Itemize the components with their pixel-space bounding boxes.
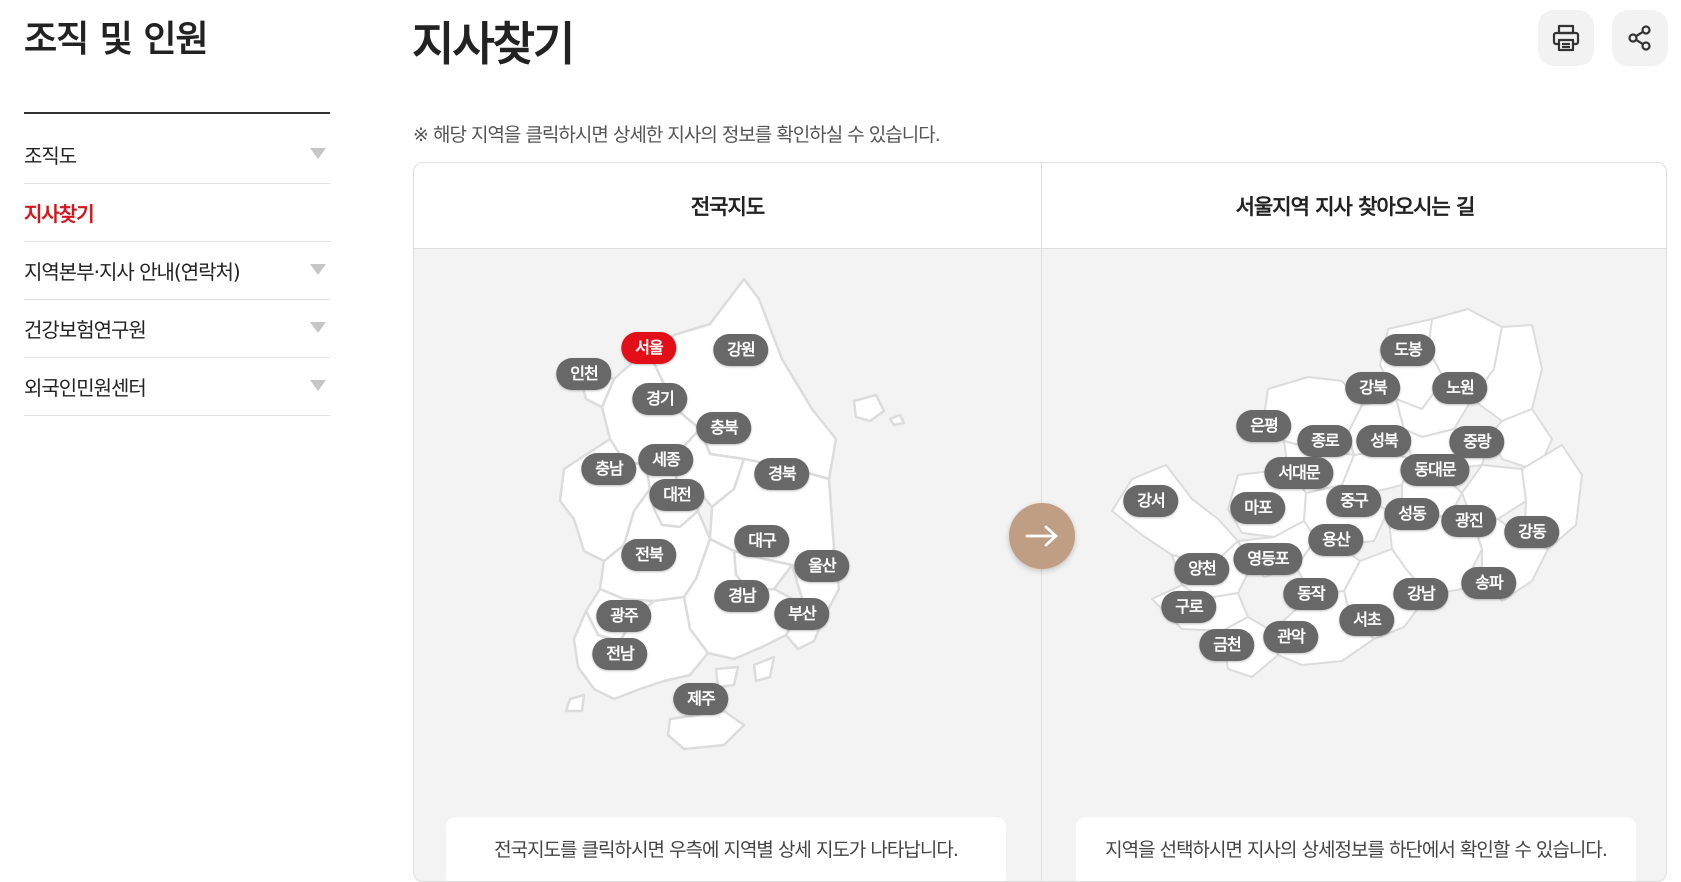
korea-map[interactable] [414, 249, 1041, 809]
seoul-map-header: 서울지역 지사 찾아오시는 길 [1042, 163, 1666, 249]
sidebar-item-foreigner-center[interactable]: 외국인민원센터 [24, 358, 330, 416]
district-label-seocho[interactable]: 서초 [1339, 604, 1395, 636]
national-map-title: 전국지도 [690, 194, 765, 219]
region-label-daejeon[interactable]: 대전 [649, 479, 705, 511]
district-label-jungnang[interactable]: 중랑 [1449, 426, 1505, 458]
district-label-nowon[interactable]: 노원 [1432, 372, 1488, 404]
region-label-seoul[interactable]: 서울 [621, 332, 677, 364]
region-label-daegu[interactable]: 대구 [734, 525, 790, 557]
sidebar-item-label: 건강보험연구원 [24, 318, 147, 342]
page-title: 지사찾기 [412, 17, 575, 71]
district-label-junggu[interactable]: 중구 [1326, 485, 1382, 517]
national-map-header: 전국지도 [414, 163, 1041, 249]
map-panel: 전국지도 서울 강원 인천 경기 충북 세종 충남 경북 대전 대구 전북 울산… [413, 162, 1667, 882]
sidebar-item-label: 지역본부·지사 안내(연락처) [24, 260, 241, 284]
share-icon [1628, 25, 1651, 51]
region-label-gyeonggi[interactable]: 경기 [632, 383, 688, 415]
district-label-geumcheon[interactable]: 금천 [1199, 629, 1255, 661]
national-map-column: 전국지도 서울 강원 인천 경기 충북 세종 충남 경북 대전 대구 전북 울산… [414, 163, 1041, 881]
region-label-jeonbuk[interactable]: 전북 [621, 539, 677, 571]
seoul-map-title: 서울지역 지사 찾아오시는 길 [1235, 194, 1476, 219]
sidebar-item-research-institute[interactable]: 건강보험연구원 [24, 300, 330, 358]
sidebar-item-branch-contacts[interactable]: 지역본부·지사 안내(연락처) [24, 242, 330, 300]
district-label-gwanak[interactable]: 관악 [1263, 621, 1319, 653]
district-label-gangnam[interactable]: 강남 [1393, 578, 1449, 610]
region-label-gangwon[interactable]: 강원 [713, 334, 769, 366]
region-label-chungnam[interactable]: 충남 [581, 453, 637, 485]
national-map-caption: 전국지도를 클릭하시면 우측에 지역별 상세 지도가 나타납니다. [446, 817, 1006, 881]
chevron-down-icon[interactable] [310, 264, 326, 275]
chevron-down-icon[interactable] [310, 380, 326, 391]
sidebar-item-label: 조직도 [24, 144, 77, 168]
seoul-map-column: 서울지역 지사 찾아오시는 길 도봉 강북 노원 은평 종로 성북 중랑 서대문… [1041, 163, 1666, 881]
seoul-map-caption-text: 지역을 선택하시면 지사의 상세정보를 하단에서 확인할 수 있습니다. [1105, 839, 1608, 861]
print-button[interactable] [1538, 10, 1594, 66]
region-label-busan[interactable]: 부산 [774, 598, 830, 630]
district-label-dongjak[interactable]: 동작 [1283, 578, 1339, 610]
seoul-map-caption: 지역을 선택하시면 지사의 상세정보를 하단에서 확인할 수 있습니다. [1076, 817, 1636, 881]
district-label-dobong[interactable]: 도봉 [1380, 334, 1436, 366]
district-label-guro[interactable]: 구로 [1161, 591, 1217, 623]
district-label-seodaemun[interactable]: 서대문 [1264, 457, 1334, 489]
district-label-seongdong[interactable]: 성동 [1384, 498, 1440, 530]
district-label-jongno[interactable]: 종로 [1297, 425, 1353, 457]
district-label-gangseo[interactable]: 강서 [1123, 485, 1179, 517]
sidebar-item-label: 지사찾기 [24, 202, 95, 226]
district-label-dongdaemun[interactable]: 동대문 [1400, 454, 1470, 486]
district-label-mapo[interactable]: 마포 [1230, 492, 1286, 524]
district-label-eunpyeong[interactable]: 은평 [1236, 410, 1292, 442]
district-label-yangcheon[interactable]: 양천 [1174, 553, 1230, 585]
district-label-yeongdeungpo[interactable]: 영등포 [1233, 543, 1303, 575]
district-label-gangdong[interactable]: 강동 [1504, 516, 1560, 548]
chevron-down-icon[interactable] [310, 148, 326, 159]
district-label-songpa[interactable]: 송파 [1461, 567, 1517, 599]
district-label-gangbuk[interactable]: 강북 [1345, 372, 1401, 404]
sidebar-menu: 조직도 지사찾기 지역본부·지사 안내(연락처) 건강보험연구원 외국인민원센터 [24, 126, 330, 416]
sidebar-item-find-branch[interactable]: 지사찾기 [24, 184, 330, 242]
sidebar-item-org-chart[interactable]: 조직도 [24, 126, 330, 184]
share-button[interactable] [1612, 10, 1668, 66]
region-label-gyeongnam[interactable]: 경남 [714, 580, 770, 612]
chevron-down-icon[interactable] [310, 322, 326, 333]
region-label-sejong[interactable]: 세종 [638, 444, 694, 476]
district-label-seongbuk[interactable]: 성북 [1356, 425, 1412, 457]
sidebar-item-label: 외국인민원센터 [24, 376, 147, 400]
district-label-yongsan[interactable]: 용산 [1308, 524, 1364, 556]
sidebar-title: 조직 및 인원 [24, 19, 209, 60]
sidebar-divider [24, 112, 330, 114]
district-label-gwangjin[interactable]: 광진 [1441, 505, 1497, 537]
region-label-gyeongbuk[interactable]: 경북 [754, 458, 810, 490]
notice-text: ※ 해당 지역을 클릭하시면 상세한 지사의 정보를 확인하실 수 있습니다. [413, 124, 941, 146]
printer-icon [1552, 24, 1580, 52]
map-arrow [1009, 503, 1075, 569]
region-label-jeju[interactable]: 제주 [673, 683, 729, 715]
arrow-right-icon [1025, 525, 1058, 547]
region-label-gwangju[interactable]: 광주 [596, 600, 652, 632]
region-label-ulsan[interactable]: 울산 [794, 550, 850, 582]
national-map-caption-text: 전국지도를 클릭하시면 우측에 지역별 상세 지도가 나타납니다. [494, 839, 959, 861]
region-label-incheon[interactable]: 인천 [556, 358, 612, 390]
region-label-jeonnam[interactable]: 전남 [592, 638, 648, 670]
region-label-chungbuk[interactable]: 충북 [696, 412, 752, 444]
